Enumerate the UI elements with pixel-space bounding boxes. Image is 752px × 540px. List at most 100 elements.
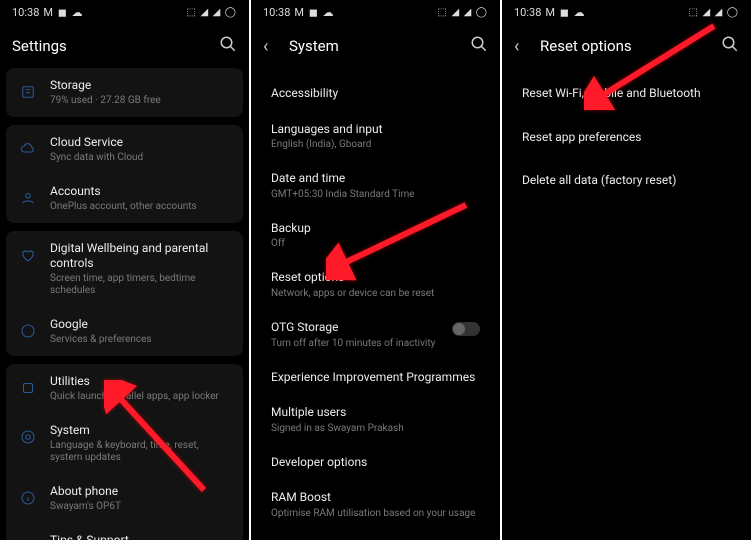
gear-icon: [16, 425, 40, 449]
settings-item-sub: Signed in as Swayam Prakash: [271, 423, 480, 435]
statusbar-left-icons: M ◼ ☁: [545, 6, 585, 19]
tips-icon: [16, 535, 40, 540]
settings-item-cloud-service[interactable]: Cloud Service Sync data with Cloud: [6, 125, 243, 174]
settings-item-label: Tips & Support: [50, 533, 233, 540]
settings-item-utilities[interactable]: Utilities Quick launch, parallel apps, ap…: [6, 364, 243, 413]
settings-item-sub: Optimise RAM utilisation based on your u…: [271, 508, 480, 520]
settings-item-sub: Turn off after 10 minutes of inactivity: [271, 338, 480, 350]
statusbar-time: 10:38: [263, 6, 290, 19]
otg-toggle[interactable]: [452, 322, 480, 336]
settings-item-label: Reset options: [271, 270, 480, 286]
header: ‹ Reset options: [502, 24, 751, 68]
system-item-date-time[interactable]: Date and time GMT+05:30 India Standard Ti…: [257, 161, 494, 211]
header: Settings: [0, 24, 249, 68]
settings-item-sub: Swayam's OP6T: [50, 501, 233, 513]
card-google: Digital Wellbeing and parental controlsS…: [6, 231, 243, 356]
settings-item-google[interactable]: Google Services & preferences: [6, 307, 243, 356]
reset-item-wifi-mobile-bt[interactable]: Reset Wi-Fi, mobile and Bluetooth: [508, 68, 745, 112]
settings-item-system[interactable]: System Language & keyboard, time, reset, …: [6, 413, 243, 474]
settings-item-sub: Network, apps or device can be reset: [271, 288, 480, 300]
settings-item-label: Google: [50, 317, 233, 332]
reset-item-app-prefs[interactable]: Reset app preferences: [508, 112, 745, 156]
settings-item-sub: OnePlus account, other accounts: [50, 201, 233, 213]
settings-item-label: RAM Boost: [271, 490, 480, 506]
statusbar-right-icons: ⬚ ◢ ◢ ◯: [438, 7, 488, 18]
utilities-icon: [16, 376, 40, 400]
cloud-icon: [16, 137, 40, 161]
search-icon[interactable]: [721, 35, 739, 57]
settings-item-sub: English (India), Gboard: [271, 139, 480, 151]
settings-item-label: Backup: [271, 221, 480, 237]
statusbar-right-icons: ⬚ ◢ ◢ ◯: [689, 7, 739, 18]
settings-item-label: About phone: [50, 484, 233, 499]
statusbar-right-icons: ⬚ ◢ ◢ ◯: [187, 7, 237, 18]
settings-item-sub: Language & keyboard, time, reset, system…: [50, 440, 233, 464]
info-icon: [16, 486, 40, 510]
statusbar: 10:38 M ◼ ☁ ⬚ ◢ ◢ ◯: [251, 0, 500, 24]
settings-item-sub: Sync data with Cloud: [50, 152, 233, 164]
statusbar-time: 10:38: [514, 6, 541, 19]
settings-item-sub: Quick launch, parallel apps, app locker: [50, 391, 233, 403]
statusbar: 10:38 M ◼ ☁ ⬚ ◢ ◢ ◯: [0, 0, 249, 24]
system-item-system-updates[interactable]: System updates: [257, 530, 494, 540]
search-icon[interactable]: [470, 35, 488, 57]
settings-item-accounts[interactable]: Accounts OnePlus account, other accounts: [6, 174, 243, 223]
settings-item-label: Accounts: [50, 184, 233, 199]
heart-icon: [16, 243, 40, 267]
system-item-otg-storage[interactable]: OTG Storage Turn off after 10 minutes of …: [257, 310, 494, 360]
system-item-experience[interactable]: Experience Improvement Programmes: [257, 360, 494, 396]
settings-item-label: Delete all data (factory reset): [522, 173, 731, 189]
card-system: Utilities Quick launch, parallel apps, ap…: [6, 364, 243, 540]
system-item-ram-boost[interactable]: RAM Boost Optimise RAM utilisation based …: [257, 480, 494, 530]
screen-reset-options: 10:38 M ◼ ☁ ⬚ ◢ ◢ ◯ ‹ Reset options Reset…: [502, 0, 751, 540]
settings-item-sub: Off: [271, 238, 480, 250]
reset-list: Reset Wi-Fi, mobile and Bluetooth Reset …: [502, 68, 751, 199]
search-icon[interactable]: [219, 35, 237, 57]
back-button[interactable]: ‹: [263, 36, 279, 57]
page-title: System: [289, 37, 460, 55]
system-item-multiple-users[interactable]: Multiple users Signed in as Swayam Prakas…: [257, 395, 494, 445]
settings-item-label: Accessibility: [271, 86, 480, 102]
settings-item-about-phone[interactable]: About phone Swayam's OP6T: [6, 474, 243, 523]
settings-item-label: Multiple users: [271, 405, 480, 421]
settings-item-label: Utilities: [50, 374, 233, 389]
card-accounts: Cloud Service Sync data with Cloud Accoun…: [6, 125, 243, 223]
statusbar: 10:38 M ◼ ☁ ⬚ ◢ ◢ ◯: [502, 0, 751, 24]
settings-item-storage[interactable]: Storage79% used · 27.28 GB free: [6, 68, 243, 117]
screen-system: 10:38 M ◼ ☁ ⬚ ◢ ◢ ◯ ‹ System Accessibilit…: [251, 0, 500, 540]
page-title: Settings: [12, 37, 209, 55]
google-icon: [16, 319, 40, 343]
settings-item-label: Digital Wellbeing and parental controls: [50, 241, 233, 271]
reset-item-factory-reset[interactable]: Delete all data (factory reset): [508, 155, 745, 199]
settings-item-label: Developer options: [271, 455, 480, 471]
settings-item-sub: Screen time, app timers, bedtime schedul…: [50, 273, 233, 297]
screen-settings: 10:38 M ◼ ☁ ⬚ ◢ ◢ ◯ Settings Storage79% u…: [0, 0, 249, 540]
storage-icon: [16, 80, 40, 104]
settings-item-label: OTG Storage: [271, 320, 480, 336]
settings-item-label: Languages and input: [271, 122, 480, 138]
settings-item-wellbeing[interactable]: Digital Wellbeing and parental controlsS…: [6, 231, 243, 307]
settings-item-label: Date and time: [271, 171, 480, 187]
account-icon: [16, 186, 40, 210]
settings-item-label: Cloud Service: [50, 135, 233, 150]
back-button[interactable]: ‹: [514, 36, 530, 57]
settings-item-label: Reset app preferences: [522, 130, 731, 146]
system-item-reset-options[interactable]: Reset options Network, apps or device can…: [257, 260, 494, 310]
statusbar-left-icons: M ◼ ☁: [43, 6, 83, 19]
system-item-backup[interactable]: BackupOff: [257, 211, 494, 261]
settings-item-sub: GMT+05:30 India Standard Time: [271, 189, 480, 201]
card-storage: Storage79% used · 27.28 GB free: [6, 68, 243, 117]
settings-item-sub: 79% used · 27.28 GB free: [50, 95, 233, 107]
system-list: Accessibility Languages and inputEnglish…: [251, 68, 500, 540]
system-item-languages[interactable]: Languages and inputEnglish (India), Gboa…: [257, 112, 494, 162]
page-title: Reset options: [540, 37, 711, 55]
statusbar-time: 10:38: [12, 6, 39, 19]
settings-item-label: Experience Improvement Programmes: [271, 370, 480, 386]
settings-item-sub: Services & preferences: [50, 334, 233, 346]
settings-item-label: System: [50, 423, 233, 438]
system-item-developer-options[interactable]: Developer options: [257, 445, 494, 481]
settings-item-label: Reset Wi-Fi, mobile and Bluetooth: [522, 86, 731, 102]
statusbar-left-icons: M ◼ ☁: [294, 6, 334, 19]
system-item-accessibility[interactable]: Accessibility: [257, 68, 494, 112]
settings-item-tips[interactable]: Tips & SupportTips and FAQ on device usa…: [6, 523, 243, 540]
